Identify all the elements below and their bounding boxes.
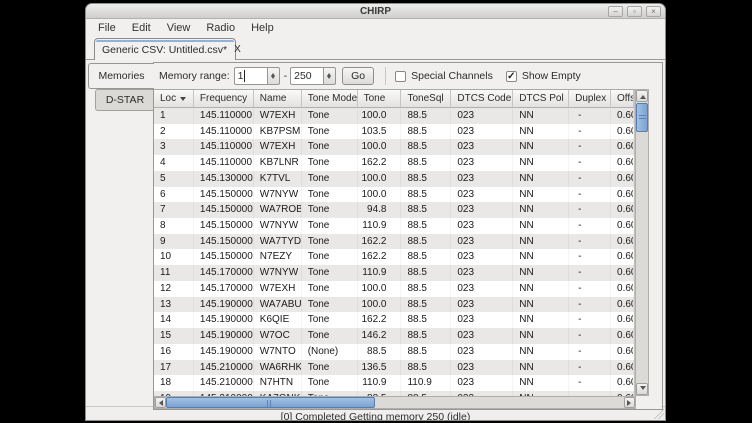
column-header-offset[interactable]: Offset <box>611 90 634 108</box>
status-message: [0] Completed Getting memory 250 (idle) <box>281 411 471 421</box>
horizontal-scrollbar-thumb[interactable] <box>166 397 375 408</box>
spin-down-icon[interactable] <box>324 76 335 84</box>
table-row[interactable]: 16 145.190000 W7NTO (None) 88.5 88.5 023… <box>154 344 634 360</box>
document-tab-strip: Generic CSV: Untitled.csv* X <box>86 36 665 60</box>
memory-range-toolbar: Memory range: 1 - 250 <box>154 63 662 89</box>
horizontal-scrollbar[interactable] <box>154 396 636 409</box>
range-start-stepper[interactable] <box>267 67 280 85</box>
table-row[interactable]: 1 145.110000 W7EXH Tone 100.0 88.5 023 N… <box>154 108 634 124</box>
range-start-input[interactable]: 1 <box>234 67 267 85</box>
menu-help[interactable]: Help <box>243 21 282 35</box>
tab-memories[interactable]: Memories <box>88 63 154 89</box>
memories-panel: Memory range: 1 - 250 <box>153 62 663 410</box>
text-caret <box>244 70 245 82</box>
table-row[interactable]: 12 145.170000 W7EXH Tone 100.0 88.5 023 … <box>154 281 634 297</box>
show-empty-label: Show Empty <box>522 70 581 82</box>
table-row[interactable]: 2 145.110000 KB7PSM Tone 103.5 88.5 023 … <box>154 124 634 140</box>
show-empty-box[interactable]: ✓ <box>506 71 517 82</box>
menu-file[interactable]: File <box>90 21 124 35</box>
window-controls: – ▫ × <box>608 6 661 17</box>
scroll-right-button[interactable] <box>624 397 635 408</box>
vertical-scrollbar[interactable] <box>635 89 649 396</box>
spin-up-icon[interactable] <box>268 68 279 76</box>
menu-edit[interactable]: Edit <box>124 21 159 35</box>
table-row[interactable]: 5 145.130000 K7TVL Tone 100.0 88.5 023 N… <box>154 171 634 187</box>
toolbar-separator <box>385 67 386 85</box>
spin-down-icon[interactable] <box>268 76 279 84</box>
column-header-tone[interactable]: Tone <box>358 90 402 108</box>
table-row[interactable]: 3 145.110000 W7EXH Tone 100.0 88.5 023 N… <box>154 139 634 155</box>
chevron-down-icon <box>180 97 186 104</box>
chirp-window: CHIRP – ▫ × File Edit View Radio Help Ge… <box>85 3 666 421</box>
tab-generic-csv[interactable]: Generic CSV: Untitled.csv* X <box>94 38 236 60</box>
show-empty-checkbox[interactable]: ✓ Show Empty <box>506 70 581 82</box>
column-header-duplex[interactable]: Duplex <box>569 90 611 108</box>
maximize-button[interactable]: ▫ <box>627 6 642 17</box>
column-header-loc[interactable]: Loc <box>154 90 194 108</box>
scroll-down-icon <box>640 386 646 393</box>
memory-table: Loc Frequency Name Tone Mode Tone ToneSq… <box>154 89 635 396</box>
tab-dstar-label: D-STAR <box>106 94 144 106</box>
scroll-left-icon <box>156 400 163 406</box>
title-bar[interactable]: CHIRP – ▫ × <box>86 4 665 19</box>
menu-view[interactable]: View <box>159 21 199 35</box>
special-channels-box[interactable] <box>395 71 406 82</box>
table-row[interactable]: 15 145.190000 W7OC Tone 146.2 88.5 023 N… <box>154 328 634 344</box>
checkmark-icon: ✓ <box>507 71 515 82</box>
table-row[interactable]: 13 145.190000 WA7ABU Tone 100.0 88.5 023… <box>154 297 634 313</box>
minimize-button[interactable]: – <box>608 6 623 17</box>
column-header-frequency[interactable]: Frequency <box>194 90 254 108</box>
scroll-down-button[interactable] <box>636 383 648 395</box>
scroll-left-button[interactable] <box>155 397 166 408</box>
table-row[interactable]: 4 145.110000 KB7LNR Tone 162.2 88.5 023 … <box>154 155 634 171</box>
go-button[interactable]: Go <box>342 67 374 85</box>
close-icon: × <box>651 7 656 16</box>
table-row[interactable]: 7 145.150000 WA7ROB Tone 94.8 88.5 023 N… <box>154 202 634 218</box>
range-dash: - <box>284 70 288 82</box>
tab-close-icon[interactable]: X <box>234 44 241 55</box>
special-channels-checkbox[interactable]: Special Channels <box>395 70 493 82</box>
scroll-right-icon <box>627 400 634 406</box>
window-title: CHIRP <box>86 4 665 19</box>
table-row[interactable]: 9 145.150000 WA7TYD Tone 162.2 88.5 023 … <box>154 234 634 250</box>
table-row[interactable]: 18 145.210000 N7HTN Tone 110.9 110.9 023… <box>154 375 634 391</box>
range-start-spinner: 1 <box>234 67 280 85</box>
menu-radio[interactable]: Radio <box>198 21 243 35</box>
table-row[interactable]: 17 145.210000 WA6RHK Tone 136.5 88.5 023… <box>154 360 634 376</box>
tab-memories-label: Memories <box>98 70 144 82</box>
desktop-background: CHIRP – ▫ × File Edit View Radio Help Ge… <box>0 0 752 423</box>
vertical-scrollbar-thumb[interactable] <box>636 103 648 132</box>
menu-bar: File Edit View Radio Help <box>86 19 665 36</box>
column-header-dtcs-pol[interactable]: DTCS Pol <box>513 90 569 108</box>
column-header-tonesql[interactable]: ToneSql <box>401 90 451 108</box>
table-header-row: Loc Frequency Name Tone Mode Tone ToneSq… <box>154 90 634 108</box>
special-channels-label: Special Channels <box>411 70 493 82</box>
range-end-stepper[interactable] <box>323 67 336 85</box>
table-row[interactable]: 8 145.150000 W7NYW Tone 110.9 88.5 023 N… <box>154 218 634 234</box>
spin-up-icon[interactable] <box>324 68 335 76</box>
maximize-icon: ▫ <box>633 7 636 16</box>
minimize-icon: – <box>613 7 617 16</box>
resize-grip-icon[interactable] <box>654 409 664 419</box>
table-row[interactable]: 6 145.150000 W7NYW Tone 100.0 88.5 023 N… <box>154 187 634 203</box>
table-body: 1 145.110000 W7EXH Tone 100.0 88.5 023 N… <box>154 108 634 396</box>
close-button[interactable]: × <box>646 6 661 17</box>
range-end-input[interactable]: 250 <box>290 67 323 85</box>
column-header-tone-mode[interactable]: Tone Mode <box>302 90 358 108</box>
table-row[interactable]: 11 145.170000 W7NYW Tone 110.9 88.5 023 … <box>154 265 634 281</box>
tab-label: Generic CSV: Untitled.csv* <box>102 44 227 56</box>
table-row[interactable]: 10 145.150000 N7EZY Tone 162.2 88.5 023 … <box>154 249 634 265</box>
range-end-spinner: 250 <box>290 67 336 85</box>
scroll-up-icon <box>640 92 646 99</box>
scroll-up-button[interactable] <box>636 90 648 102</box>
tab-dstar[interactable]: D-STAR <box>95 89 154 111</box>
column-header-name[interactable]: Name <box>254 90 302 108</box>
table-row[interactable]: 14 145.190000 K6QIE Tone 162.2 88.5 023 … <box>154 312 634 328</box>
memory-range-label: Memory range: <box>159 70 230 82</box>
column-header-dtcs-code[interactable]: DTCS Code <box>451 90 513 108</box>
